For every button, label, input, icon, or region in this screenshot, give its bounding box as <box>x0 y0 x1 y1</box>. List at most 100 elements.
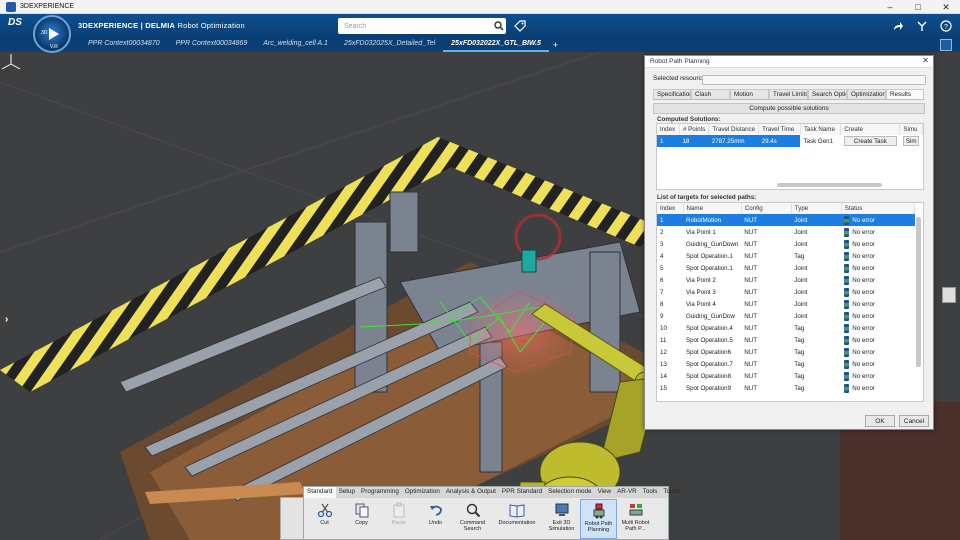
search-icon[interactable] <box>492 19 506 33</box>
target-status: No error <box>841 226 914 238</box>
tab-results[interactable]: Results <box>886 89 924 99</box>
col-target-config[interactable]: Config <box>741 203 792 214</box>
actionbar-tab-ppr-standard[interactable]: PPR Standard <box>499 487 545 498</box>
col-points[interactable]: # Points <box>679 124 710 135</box>
actionbar-tab-selection-mode[interactable]: Selection mode <box>545 487 594 498</box>
expand-icon[interactable] <box>940 39 952 51</box>
create-task-button[interactable]: Create Task <box>843 136 897 146</box>
documentation-button[interactable]: Documentation <box>491 499 543 539</box>
ok-button[interactable]: OK <box>865 415 895 427</box>
search-bar[interactable]: Search <box>338 18 506 34</box>
side-panel-toggle-icon[interactable] <box>942 287 956 303</box>
actionbar-tab-tools[interactable]: Tools <box>640 487 661 498</box>
actionbar-tab-touch[interactable]: Touch <box>660 487 683 498</box>
target-row[interactable]: 12 Spot Operation6 NUT Tag No error <box>657 346 915 358</box>
target-index: 15 <box>660 384 667 392</box>
tab-ppr-context-34870[interactable]: PPR Context00034870 <box>80 38 168 52</box>
brand-app: Robot Optimization <box>177 21 245 30</box>
target-row[interactable]: 13 Spot Operation.7 NUT Tag No error <box>657 358 915 370</box>
copy-button[interactable]: Copy <box>343 499 380 539</box>
task-name-field[interactable]: Task Gen1 <box>800 135 840 147</box>
target-row[interactable]: 10 Spot Operation.4 NUT Tag No error <box>657 322 915 334</box>
targets-vscrollbar[interactable] <box>916 217 921 367</box>
compass-button[interactable]: 3D V.R <box>33 15 71 53</box>
actionbar-tab-optimization[interactable]: Optimization <box>402 487 443 498</box>
search-input[interactable]: Search <box>338 23 492 30</box>
col-target-status[interactable]: Status <box>841 203 916 214</box>
tab-travel-limits[interactable]: Travel Limits <box>769 89 808 99</box>
solutions-hscrollbar[interactable] <box>777 183 882 187</box>
action-bar: Standard Setup Programming Optimization … <box>303 486 680 540</box>
share-icon[interactable] <box>890 18 906 34</box>
col-simu[interactable]: Simu <box>899 124 923 135</box>
command-search-button[interactable]: Command Search <box>454 499 491 539</box>
paste-button[interactable]: Paste <box>380 499 417 539</box>
cancel-button[interactable]: Cancel <box>899 415 929 427</box>
compass-tools-icon[interactable] <box>914 18 930 34</box>
col-target-name[interactable]: Name <box>683 203 742 214</box>
actionbar-tab-standard[interactable]: Standard <box>304 487 336 498</box>
target-row[interactable]: 11 Spot Operation.5 NUT Tag No error <box>657 334 915 346</box>
compute-solutions-button[interactable]: Compute possible solutions <box>653 103 925 114</box>
actionbar-tab-analysis-output[interactable]: Analysis & Output <box>443 487 499 498</box>
cut-button[interactable]: Cut <box>306 499 343 539</box>
target-row[interactable]: 2 Via Point 1 NUT Joint No error <box>657 226 915 238</box>
multi-robot-path-planning-button[interactable]: Multi Robot Path P... <box>617 499 654 539</box>
target-index: 2 <box>660 228 664 236</box>
target-row[interactable]: 6 Via Point 2 NUT Joint No error <box>657 274 915 286</box>
tab-ppr-context-34869[interactable]: PPR Context00034869 <box>168 38 256 52</box>
selected-resource-field[interactable] <box>702 75 926 85</box>
tab-gtl-biw[interactable]: 25xFD032022X_GTL_BIW.5 <box>443 38 549 52</box>
add-tab-button[interactable]: + <box>549 38 562 52</box>
target-row[interactable]: 8 Via Point 4 NUT Joint No error <box>657 298 915 310</box>
tab-search-options[interactable]: Search Optio <box>808 89 847 99</box>
target-config: NUT <box>744 360 758 368</box>
target-row[interactable]: 14 Spot Operation8 NUT Tag No error <box>657 370 915 382</box>
minimize-icon[interactable]: – <box>876 0 904 14</box>
tag-icon[interactable] <box>513 19 527 33</box>
solution-row[interactable]: 1 18 2787.25mm 29.4s Task Gen1 Create Ta… <box>657 135 923 147</box>
target-row[interactable]: 9 Guiding_GunDow NUT Joint No error <box>657 310 915 322</box>
actionbar-tab-view[interactable]: View <box>595 487 615 498</box>
help-icon[interactable]: ? <box>938 18 954 34</box>
actionbar-tab-ar-vr[interactable]: AR-VR <box>614 487 640 498</box>
computed-solutions-label: Computed Solutions: <box>657 116 721 123</box>
target-row[interactable]: 3 Guiding_GunDown NUT Joint No error <box>657 238 915 250</box>
dialog-title-bar[interactable]: Robot Path Planning ✕ <box>645 56 933 68</box>
simulate-button[interactable]: Sim <box>902 136 920 146</box>
tab-clash[interactable]: Clash <box>691 89 730 99</box>
tab-arc-welding-cell[interactable]: Arc_welding_cell A.1 <box>255 38 336 52</box>
target-row[interactable]: 5 Spot Operation.1 NUT Joint No error <box>657 262 915 274</box>
tab-optimization[interactable]: Optimization <box>847 89 886 99</box>
panel-expand-icon[interactable]: › <box>5 314 8 325</box>
col-task-name[interactable]: Task Name <box>800 124 842 135</box>
col-target-index[interactable]: Index <box>657 203 684 214</box>
dialog-close-icon[interactable]: ✕ <box>922 56 929 65</box>
target-row[interactable]: 4 Spot Operation.1 NUT Tag No error <box>657 250 915 262</box>
robot-path-planning-label: Robot Path Planning <box>584 521 613 533</box>
axis-triad-icon[interactable] <box>0 52 22 74</box>
actionbar-tab-programming[interactable]: Programming <box>358 487 402 498</box>
col-travel-time[interactable]: Travel Time <box>758 124 801 135</box>
target-status-text: No error <box>852 312 875 320</box>
maximize-icon[interactable]: □ <box>904 0 932 14</box>
play-icon <box>49 28 59 40</box>
robot-path-planning-button[interactable]: Robot Path Planning <box>580 499 617 539</box>
target-row[interactable]: 7 Via Point 3 NUT Joint No error <box>657 286 915 298</box>
window-titlebar: 3DEXPERIENCE – □ ✕ <box>0 0 960 14</box>
exit-3d-simulation-button[interactable]: Exit 3D Simulation <box>543 499 580 539</box>
actionbar-tab-setup[interactable]: Setup <box>336 487 358 498</box>
target-row[interactable]: 15 Spot Operation9 NUT Tag No error <box>657 382 915 394</box>
undo-button[interactable]: Undo <box>417 499 454 539</box>
col-target-type[interactable]: Type <box>791 203 842 214</box>
tab-detailed[interactable]: 25xFD032025X_Detailed_Tel <box>336 38 443 52</box>
close-icon[interactable]: ✕ <box>932 0 960 14</box>
tab-specification[interactable]: Specification <box>653 89 691 99</box>
col-travel-distance[interactable]: Travel Distance <box>708 124 760 135</box>
col-create[interactable]: Create <box>840 124 901 135</box>
target-row[interactable]: 1 RobotMotion NUT Joint No error <box>657 214 915 226</box>
col-index[interactable]: Index <box>657 124 680 135</box>
targets-header-row: Index Name Config Type Status <box>657 203 916 214</box>
tab-motion[interactable]: Motion <box>730 89 769 99</box>
toolbar-handle[interactable] <box>280 497 304 540</box>
